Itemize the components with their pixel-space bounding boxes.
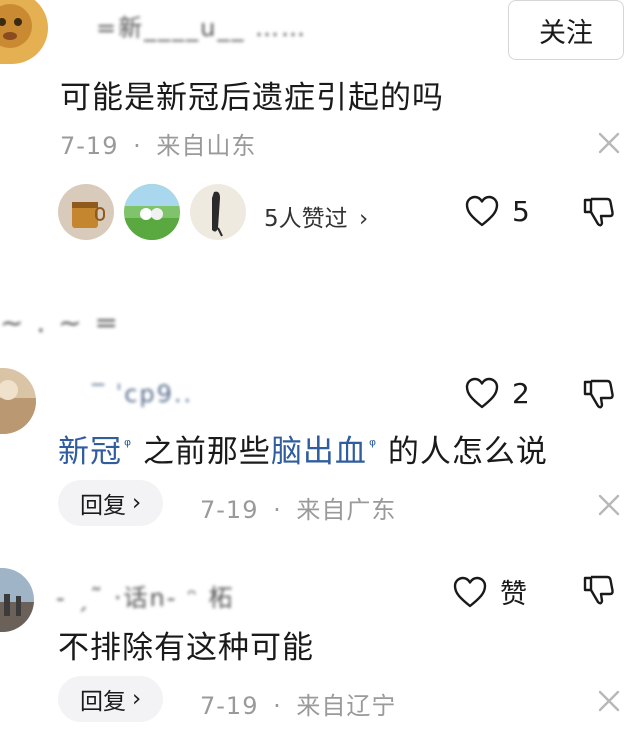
like-count: 2	[512, 376, 530, 410]
meta-dot: ·	[273, 692, 282, 720]
dislike-button[interactable]	[582, 572, 616, 612]
search-link-xinguan[interactable]: 新冠	[58, 434, 122, 470]
thumbs-down-icon	[583, 575, 614, 605]
likers-avatars[interactable]	[58, 184, 248, 240]
thumbs-down-icon	[583, 197, 614, 227]
comment-location: 来自山东	[156, 132, 257, 160]
comment-text: 可能是新冠后遗症引起的吗	[60, 80, 444, 116]
meta-dot: ·	[133, 132, 142, 160]
likers-count-label: 5人赞过	[264, 206, 348, 232]
like-button[interactable]: 2	[464, 376, 530, 410]
comment-meta: 7-19 · 来自辽宁	[200, 686, 396, 721]
commenter-avatar[interactable]	[0, 368, 36, 434]
follow-button[interactable]: 关注	[508, 0, 624, 60]
meta-dot: ·	[273, 496, 282, 524]
like-button[interactable]: 赞	[452, 572, 527, 611]
commenter-username[interactable]: =新____u__ ……	[96, 8, 307, 43]
search-mark-icon: ᵠ	[368, 435, 378, 456]
chevron-right-icon: ›	[358, 206, 369, 232]
comment-text-segment: 的人怎么说	[387, 434, 548, 470]
comment-text: 不排除有这种可能	[58, 630, 314, 666]
collapsed-username: ~ . ~ =	[0, 306, 120, 339]
like-label: 赞	[500, 579, 527, 610]
dislike-button[interactable]	[582, 376, 616, 416]
liker-avatar[interactable]	[58, 184, 114, 240]
comment-meta: 7-19 · 来自山东	[60, 126, 256, 161]
heart-outline-icon	[453, 576, 487, 607]
reply-button[interactable]: 回复 ›	[58, 676, 164, 722]
close-icon[interactable]	[596, 688, 622, 718]
search-link-naochuxue[interactable]: 脑出血	[271, 434, 367, 470]
commenter-username[interactable]: - ˏ˜ ·话n- ᵔ 柘	[56, 578, 235, 613]
liker-avatar[interactable]	[190, 184, 246, 240]
comment-meta: 7-19 · 来自广东	[200, 490, 396, 525]
comment-date: 7-19	[200, 496, 259, 524]
like-button[interactable]: 5	[464, 194, 530, 228]
close-icon[interactable]	[596, 492, 622, 522]
close-icon[interactable]	[596, 130, 622, 160]
liker-avatar[interactable]	[124, 184, 180, 240]
comment-location: 来自辽宁	[296, 692, 397, 720]
commenter-avatar[interactable]	[0, 0, 48, 64]
chevron-right-icon: ›	[132, 686, 142, 712]
comment-date: 7-19	[60, 132, 119, 160]
comment-text: 新冠 ᵠ 之前那些脑出血 ᵠ 的人怎么说	[58, 426, 548, 471]
thumbs-down-icon	[583, 379, 614, 409]
reply-label: 回复	[80, 689, 126, 715]
comment-location: 来自广东	[296, 496, 397, 524]
commenter-avatar[interactable]	[0, 568, 34, 632]
search-mark-icon: ᵠ	[124, 435, 133, 456]
chevron-right-icon: ›	[132, 490, 142, 516]
dislike-button[interactable]	[582, 194, 616, 234]
comment-text-segment: 之前那些	[142, 434, 271, 470]
like-count: 5	[512, 194, 530, 228]
commenter-username[interactable]: ‾ ˈcp9..	[92, 380, 193, 408]
reply-label: 回复	[80, 493, 126, 519]
likers-link[interactable]: 5人赞过 ›	[264, 199, 368, 233]
comment-date: 7-19	[200, 692, 259, 720]
heart-outline-icon	[465, 195, 499, 227]
reply-button[interactable]: 回复 ›	[58, 480, 164, 526]
heart-outline-icon	[465, 377, 499, 409]
